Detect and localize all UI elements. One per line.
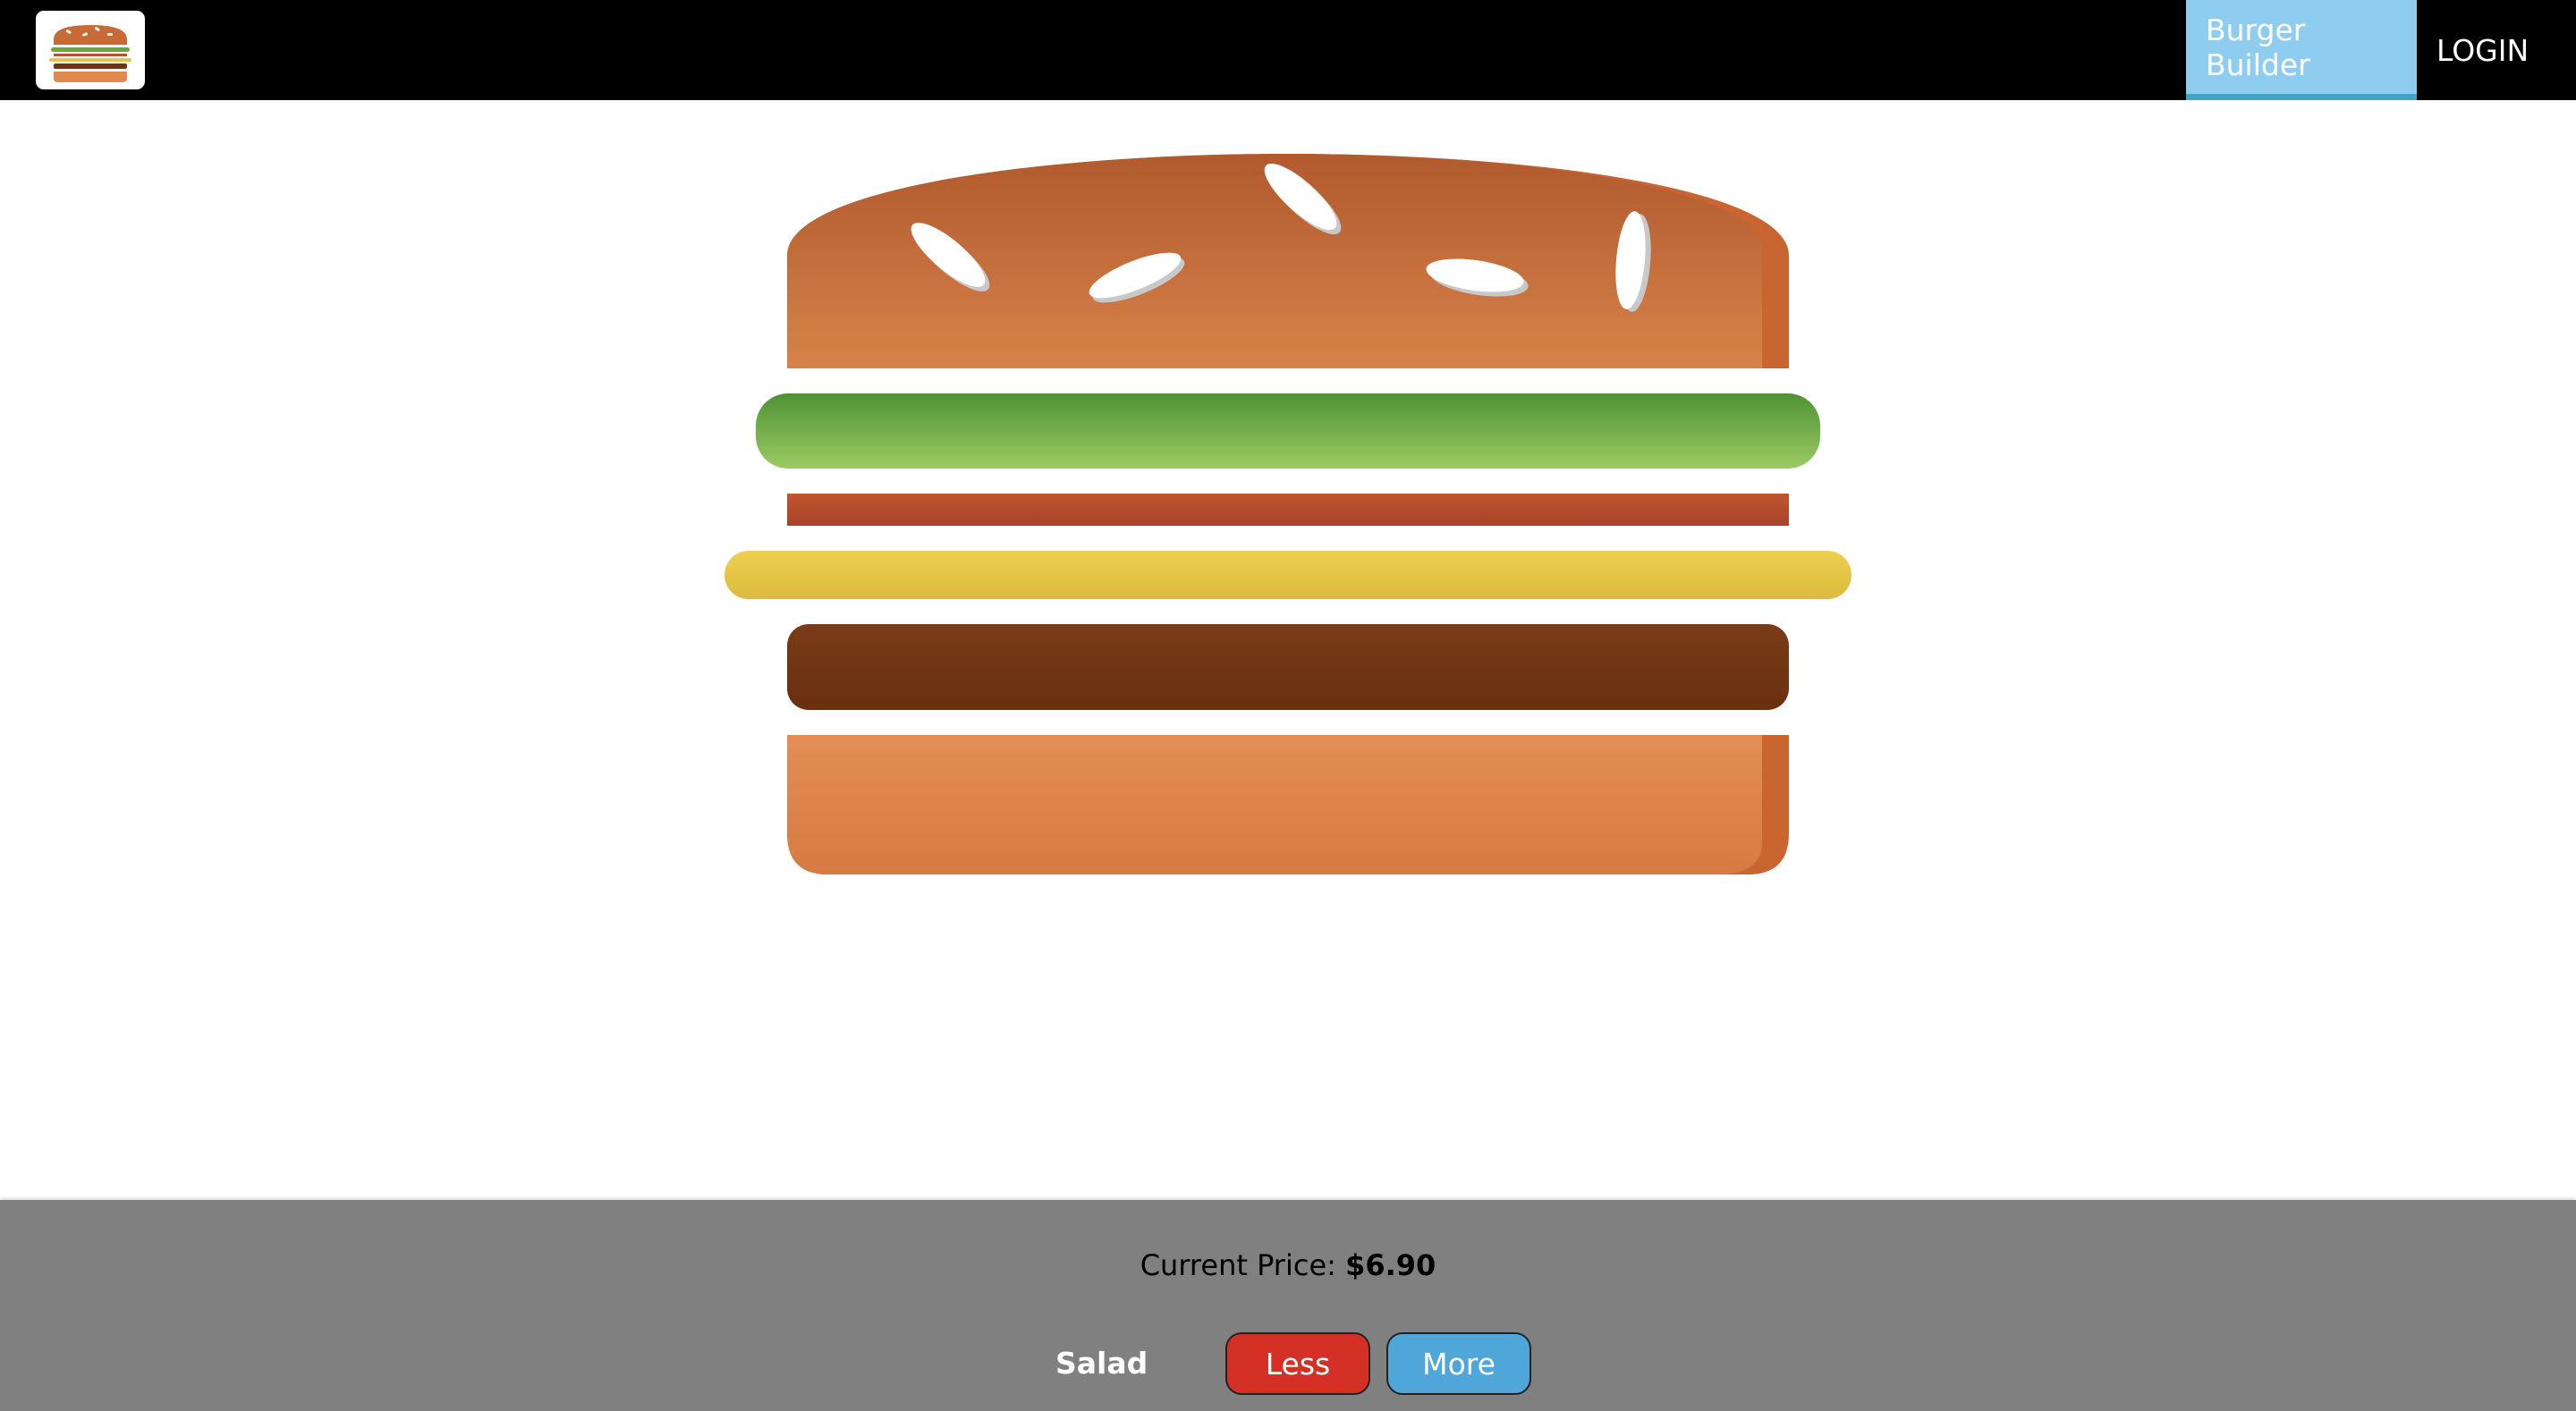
current-price: Current Price: $6.90: [0, 1248, 2576, 1282]
build-control-salad: Salad Less More: [1020, 1332, 1592, 1395]
bread-top-layer: [787, 154, 1789, 368]
burger-illustration: [724, 154, 1852, 874]
price-value: $6.90: [1345, 1248, 1436, 1282]
logo-burger-icon[interactable]: [36, 11, 145, 89]
bread-bottom-layer: [787, 735, 1789, 874]
bacon-layer: [787, 494, 1789, 526]
salad-layer: [756, 393, 1820, 469]
meat-layer: [787, 624, 1789, 710]
nav-login[interactable]: LOGIN: [2417, 0, 2576, 100]
less-button[interactable]: Less: [1225, 1332, 1370, 1395]
price-label: Current Price:: [1140, 1248, 1336, 1282]
toolbar: Burger Builder LOGIN: [0, 0, 2576, 100]
more-button[interactable]: More: [1386, 1332, 1531, 1395]
nav-burger-builder[interactable]: Burger Builder: [2186, 0, 2417, 100]
ingredient-label: Salad: [1055, 1346, 1148, 1381]
navigation: Burger Builder LOGIN: [2186, 0, 2576, 100]
build-controls: Current Price: $6.90 Salad Less More: [0, 1200, 2576, 1411]
cheese-layer: [724, 551, 1852, 599]
burger-preview: [0, 100, 2576, 1200]
